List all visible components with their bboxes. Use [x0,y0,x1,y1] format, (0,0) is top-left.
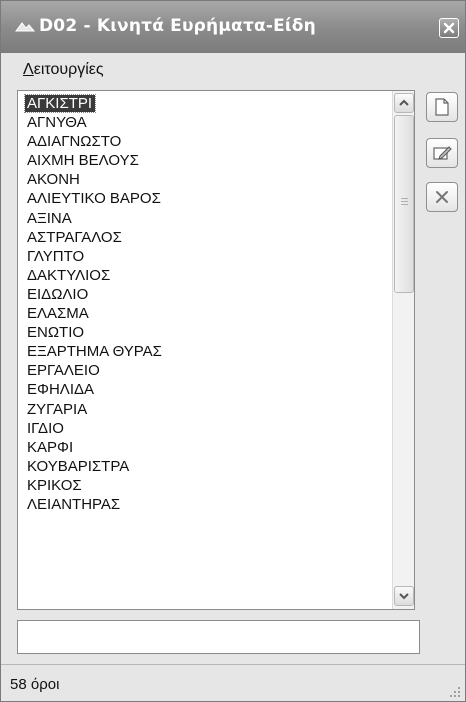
list-item-label: ΑΓΚΙΣΤΡΙ [23,94,97,113]
window: D02 - Κινητά Ευρήματα-Είδη Λειτουργίες Α… [0,0,466,702]
list-item[interactable]: ΔΑΚΤΥΛΙΟΣ [25,266,385,285]
menu-bar: Λειτουργίες [1,53,465,85]
edit-term-button[interactable] [426,138,458,168]
menu-label: ειτουργίες [33,61,104,78]
list-item[interactable]: ΑΣΤΡΑΓΑΛΟΣ [25,228,385,247]
list-item-label: ΑΓΝΥΘΑ [27,114,87,132]
list-item[interactable]: ΓΛΥΠΤΟ [25,247,385,266]
list-item-label: ΑΣΤΡΑΓΑΛΟΣ [27,228,122,246]
list-item-label: ΑΚΟΝΗ [27,171,80,189]
resize-grip-icon[interactable] [449,686,461,698]
list-item-label: ΑΞΙΝΑ [27,209,72,227]
scroll-down-button[interactable] [394,586,414,606]
list-item-label: ΕΝΩΤΙΟ [27,324,85,342]
menu-hotkey: Λ [23,61,34,78]
terms-list: ΑΓΚΙΣΤΡΙ ΑΓΝΥΘΑ ΑΔΙΑΓΝΩΣΤΟ ΑΙΧΜΗ ΒΕΛΟΥΣ ΑΚΟΝ… [23,94,385,514]
terms-listbox[interactable]: ΑΓΚΙΣΤΡΙ ΑΓΝΥΘΑ ΑΔΙΑΓΝΩΣΤΟ ΑΙΧΜΗ ΒΕΛΟΥΣ ΑΚΟΝ… [17,90,415,610]
new-term-button[interactable] [426,92,458,122]
list-item[interactable]: ΚΑΡΦΙ [25,438,385,457]
list-item[interactable]: ΕΦΗΛΙΔΑ [25,380,385,399]
list-item[interactable]: ΑΛΙΕΥΤΙΚΟ ΒΑΡΟΣ [25,189,385,208]
list-item-label: ΙΓΔΙΟ [27,419,64,437]
list-item-label: ΑΛΙΕΥΤΙΚΟ ΒΑΡΟΣ [27,190,161,208]
list-item[interactable]: ΚΡΙΚΟΣ [25,476,385,495]
term-input[interactable] [17,620,420,654]
list-item[interactable]: ΑΓΝΥΘΑ [25,113,385,132]
scroll-up-button[interactable] [394,93,414,113]
list-item[interactable]: ΑΚΟΝΗ [25,170,385,189]
list-item[interactable]: ΑΓΚΙΣΤΡΙ [23,94,385,113]
close-icon [443,22,455,34]
list-item[interactable]: ΑΞΙΝΑ [25,209,385,228]
list-item-label: ΑΙΧΜΗ ΒΕΛΟΥΣ [27,152,139,170]
scroll-grip [401,198,408,199]
scroll-thumb[interactable] [394,115,414,293]
list-item-label: ΕΞΑΡΤΗΜΑ ΘΥΡΑΣ [27,343,162,361]
list-item-label: ΚΟΥΒΑΡΙΣΤΡΑ [27,457,130,475]
list-item[interactable]: ΑΔΙΑΓΝΩΣΤΟ [25,132,385,151]
status-bar: 58 όροι [1,664,465,701]
chevron-up-icon [399,99,409,106]
menu-functions[interactable]: Λειτουργίες [23,61,104,79]
window-title: D02 - Κινητά Ευρήματα-Είδη [39,16,316,36]
list-item-label: ΕΛΑΣΜΑ [27,305,89,323]
list-item-label: ΕΡΓΑΛΕΙΟ [27,362,100,380]
list-item[interactable]: ΕΡΓΑΛΕΙΟ [25,361,385,380]
term-count: 58 όροι [10,676,60,693]
list-item-label: ΚΑΡΦΙ [27,438,74,456]
list-item[interactable]: ΚΟΥΒΑΡΙΣΤΡΑ [25,457,385,476]
list-item[interactable]: ΕΝΩΤΙΟ [25,323,385,342]
list-item-label: ΓΛΥΠΤΟ [27,247,85,265]
list-item[interactable]: ΛΕΙΑΝΤΗΡΑΣ [25,495,385,514]
list-item-label: ΔΑΚΤΥΛΙΟΣ [27,266,111,284]
title-bar[interactable]: D02 - Κινητά Ευρήματα-Είδη [1,1,465,53]
edit-icon [433,146,452,160]
list-item[interactable]: ΕΙΔΩΛΙΟ [25,285,385,304]
list-item-label: ΖΥΓΑΡΙΑ [27,400,88,418]
list-item[interactable]: ΑΙΧΜΗ ΒΕΛΟΥΣ [25,151,385,170]
list-item-label: ΕΙΔΩΛΙΟ [27,285,89,303]
list-item-label: ΑΔΙΑΓΝΩΣΤΟ [27,133,122,151]
list-item-label: ΚΡΙΚΟΣ [27,476,82,494]
app-icon [15,22,35,32]
list-item-label: ΕΦΗΛΙΔΑ [27,381,95,399]
new-document-icon [435,98,449,116]
close-button[interactable] [439,18,459,38]
vertical-scrollbar[interactable] [392,91,414,609]
list-item[interactable]: ΖΥΓΑΡΙΑ [25,400,385,419]
delete-icon [436,191,448,203]
chevron-down-icon [399,593,409,600]
list-item[interactable]: ΕΞΑΡΤΗΜΑ ΘΥΡΑΣ [25,342,385,361]
list-item[interactable]: ΕΛΑΣΜΑ [25,304,385,323]
list-item[interactable]: ΙΓΔΙΟ [25,419,385,438]
list-item-label: ΛΕΙΑΝΤΗΡΑΣ [27,495,121,513]
delete-term-button[interactable] [426,182,458,212]
